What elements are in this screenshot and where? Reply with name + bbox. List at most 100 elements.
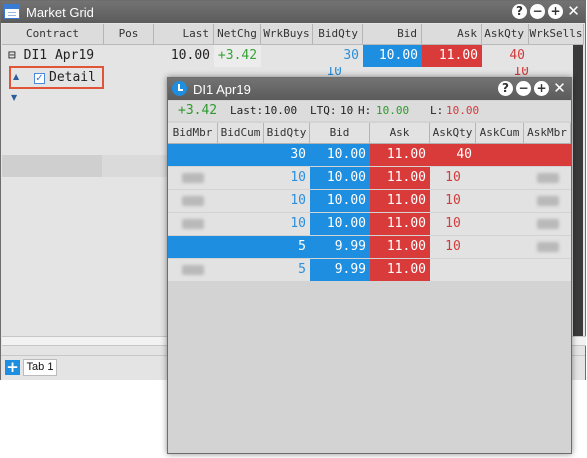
- maximize-icon[interactable]: +: [534, 81, 549, 96]
- column-header-askmbr[interactable]: AskMbr: [524, 123, 571, 143]
- column-header-wrkbuys[interactable]: WrkBuys: [261, 24, 313, 44]
- last-cell: 10.00: [170, 48, 210, 63]
- column-header-askcum[interactable]: AskCum: [476, 123, 524, 143]
- maximize-icon[interactable]: +: [548, 4, 563, 19]
- column-header-bidcum[interactable]: BidCum: [218, 123, 264, 143]
- ask-qty[interactable]: 10: [430, 167, 476, 189]
- bid-price[interactable]: 10.00: [310, 167, 370, 189]
- add-tab-button[interactable]: +: [5, 360, 20, 375]
- table-row[interactable]: ⊟ DI1 Apr19 10.00 +3.42 30 10.00 11.00 4…: [2, 45, 584, 67]
- help-icon[interactable]: ?: [498, 81, 513, 96]
- column-header-ask[interactable]: Ask: [370, 123, 430, 143]
- bid-qty[interactable]: 5: [264, 259, 310, 281]
- column-header-askqty[interactable]: AskQty: [430, 123, 476, 143]
- column-header-pos[interactable]: Pos: [104, 24, 154, 44]
- detail-row[interactable]: ▲ ✓ Detail: [9, 66, 104, 89]
- minimize-icon[interactable]: −: [530, 4, 545, 19]
- ask-qty[interactable]: 10: [430, 213, 476, 235]
- askqty-cell[interactable]: 40: [482, 45, 529, 67]
- vertical-scrollbar[interactable]: [573, 45, 583, 337]
- ask-qty[interactable]: 10: [430, 190, 476, 212]
- ask-member: [524, 259, 571, 281]
- bid-cum: [218, 259, 264, 281]
- redacted-member: [536, 242, 559, 252]
- depth-row[interactable]: 5 9.99 11.00 10: [168, 236, 571, 258]
- bid-qty[interactable]: 30: [264, 144, 310, 166]
- ask-qty[interactable]: 40: [430, 144, 476, 166]
- depth-row[interactable]: 10 10.00 11.00 10: [168, 213, 571, 235]
- ask-qty[interactable]: [430, 259, 476, 281]
- depth-title-bar[interactable]: DI1 Apr19 ? − + ✕: [168, 78, 571, 100]
- ask-cum: [476, 259, 524, 281]
- depth-row[interactable]: 30 10.00 11.00 40: [168, 144, 571, 166]
- bid-qty[interactable]: 10: [264, 190, 310, 212]
- ask-member: [524, 167, 571, 189]
- ask-member: [524, 213, 571, 235]
- tab-1[interactable]: Tab 1: [23, 359, 57, 376]
- ask-price[interactable]: 11.00: [370, 190, 430, 212]
- column-header-bidqty[interactable]: BidQty: [313, 24, 363, 44]
- depth-row[interactable]: 10 10.00 11.00 10: [168, 167, 571, 189]
- column-header-wrksells[interactable]: WrkSells: [529, 24, 584, 44]
- ask-member: [524, 236, 571, 258]
- depth-row[interactable]: 5 9.99 11.00: [168, 259, 571, 281]
- ask-cum: [476, 213, 524, 235]
- bid-member: [168, 213, 218, 235]
- bid-price[interactable]: 10.00: [310, 190, 370, 212]
- market-grid-title: Market Grid: [26, 5, 94, 20]
- column-header-netchg[interactable]: NetChg: [214, 24, 261, 44]
- column-header-bidmbr[interactable]: BidMbr: [168, 123, 218, 143]
- column-header-ask[interactable]: Ask: [422, 24, 482, 44]
- scroll-down-icon[interactable]: ▼: [11, 93, 17, 102]
- bid-cell[interactable]: 10.00: [363, 45, 422, 67]
- bidqty-cell[interactable]: 30: [313, 45, 363, 67]
- column-header-contract[interactable]: Contract: [2, 24, 104, 44]
- bid-cum: [218, 190, 264, 212]
- ask-price[interactable]: 11.00: [370, 144, 430, 166]
- redacted-member: [182, 196, 204, 206]
- market-grid-title-bar[interactable]: Market Grid ? − + ✕: [1, 1, 585, 23]
- bid-cum: [218, 167, 264, 189]
- bid-price[interactable]: 9.99: [310, 236, 370, 258]
- depth-row[interactable]: 10 10.00 11.00 10: [168, 190, 571, 212]
- quote-summary: +3.42 Last: 10.00 LTQ: 10 H: 10.00 L: 10…: [168, 101, 571, 121]
- depth-window: DI1 Apr19 ? − + ✕ +3.42 Last: 10.00 LTQ:…: [167, 77, 572, 454]
- ask-cum: [476, 144, 524, 166]
- column-header-last[interactable]: Last: [154, 24, 214, 44]
- detail-checkbox[interactable]: ✓: [34, 73, 45, 84]
- bid-member: [168, 259, 218, 281]
- minimize-icon[interactable]: −: [516, 81, 531, 96]
- close-icon[interactable]: ✕: [566, 4, 581, 19]
- column-header-bid[interactable]: Bid: [310, 123, 370, 143]
- market-grid-header: Contract Pos Last NetChg WrkBuys BidQty …: [2, 24, 584, 45]
- column-header-askqty[interactable]: AskQty: [482, 24, 529, 44]
- high-label: H:: [358, 104, 372, 117]
- collapse-icon[interactable]: ⊟: [8, 48, 16, 63]
- column-header-bidqty[interactable]: BidQty: [264, 123, 310, 143]
- bid-member: [168, 144, 218, 166]
- wrkbuys-cell[interactable]: [261, 45, 313, 67]
- bid-price[interactable]: 9.99: [310, 259, 370, 281]
- pos-cell: [104, 45, 154, 67]
- ask-price[interactable]: 11.00: [370, 167, 430, 189]
- ask-cell[interactable]: 11.00: [422, 45, 482, 67]
- ask-member: [524, 144, 571, 166]
- bid-member: [168, 190, 218, 212]
- ask-price[interactable]: 11.00: [370, 259, 430, 281]
- low-label: L:: [430, 104, 444, 117]
- bid-price[interactable]: 10.00: [310, 144, 370, 166]
- depth-title: DI1 Apr19: [193, 82, 251, 97]
- ask-price[interactable]: 11.00: [370, 213, 430, 235]
- empty-band: [2, 155, 170, 177]
- bid-qty[interactable]: 10: [264, 213, 310, 235]
- bid-qty[interactable]: 5: [264, 236, 310, 258]
- askqty-peek: 10: [513, 67, 529, 77]
- close-icon[interactable]: ✕: [552, 81, 567, 96]
- ask-price[interactable]: 11.00: [370, 236, 430, 258]
- column-header-bid[interactable]: Bid: [363, 24, 422, 44]
- ask-qty[interactable]: 10: [430, 236, 476, 258]
- bid-price[interactable]: 10.00: [310, 213, 370, 235]
- help-icon[interactable]: ?: [512, 4, 527, 19]
- bid-qty[interactable]: 10: [264, 167, 310, 189]
- scroll-up-icon[interactable]: ▲: [13, 72, 19, 81]
